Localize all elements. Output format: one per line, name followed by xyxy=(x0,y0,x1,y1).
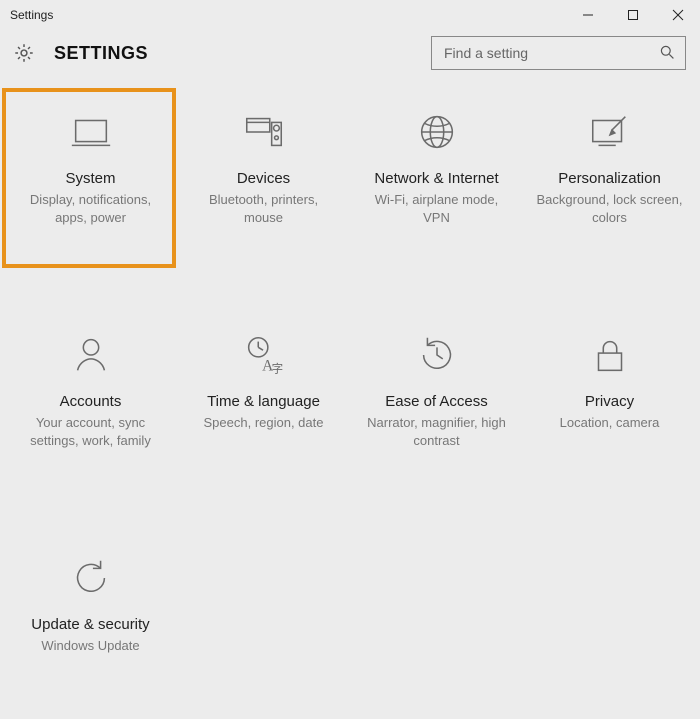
tile-ease-of-access[interactable]: Ease of Access Narrator, magnifier, high… xyxy=(350,321,523,496)
tile-accounts[interactable]: Accounts Your account, sync settings, wo… xyxy=(4,321,177,496)
tile-title: Personalization xyxy=(558,170,661,187)
time-language-icon: A 字 xyxy=(240,331,288,379)
window-titlebar: Settings xyxy=(0,0,700,30)
tile-desc: Your account, sync settings, work, famil… xyxy=(10,414,171,449)
tile-privacy[interactable]: Privacy Location, camera xyxy=(523,321,696,496)
tile-desc: Wi-Fi, airplane mode, VPN xyxy=(356,191,517,226)
tile-desc: Location, camera xyxy=(554,414,666,432)
tile-title: Privacy xyxy=(585,393,634,410)
search-icon xyxy=(659,44,677,62)
tile-desc: Narrator, magnifier, high contrast xyxy=(356,414,517,449)
settings-grid: System Display, notifications, apps, pow… xyxy=(0,84,700,719)
tile-desc: Speech, region, date xyxy=(198,414,330,432)
tile-title: Network & Internet xyxy=(374,170,498,187)
tile-network[interactable]: Network & Internet Wi-Fi, airplane mode,… xyxy=(350,98,523,273)
tile-desc: Bluetooth, printers, mouse xyxy=(183,191,344,226)
system-icon xyxy=(67,108,115,156)
window-close-button[interactable] xyxy=(655,0,700,30)
personalization-icon xyxy=(586,108,634,156)
svg-text:字: 字 xyxy=(271,361,283,375)
tile-desc: Display, notifications, apps, power xyxy=(10,191,171,226)
page-title: SETTINGS xyxy=(54,43,148,64)
tile-title: Update & security xyxy=(31,616,149,633)
tile-title: Time & language xyxy=(207,393,320,410)
tile-title: System xyxy=(65,170,115,187)
tile-title: Accounts xyxy=(60,393,122,410)
tile-desc: Background, lock screen, colors xyxy=(529,191,690,226)
ease-of-access-icon xyxy=(413,331,461,379)
tile-title: Ease of Access xyxy=(385,393,488,410)
tile-time-language[interactable]: A 字 Time & language Speech, region, date xyxy=(177,321,350,496)
window-minimize-button[interactable] xyxy=(565,0,610,30)
header: SETTINGS xyxy=(0,30,700,84)
tile-update-security[interactable]: Update & security Windows Update xyxy=(4,544,177,719)
search-box[interactable] xyxy=(431,36,686,70)
update-icon xyxy=(67,554,115,602)
lock-icon xyxy=(586,331,634,379)
tile-devices[interactable]: Devices Bluetooth, printers, mouse xyxy=(177,98,350,273)
person-icon xyxy=(67,331,115,379)
window-title: Settings xyxy=(10,8,53,22)
tile-title: Devices xyxy=(237,170,290,187)
globe-icon xyxy=(413,108,461,156)
tile-desc: Windows Update xyxy=(35,637,145,655)
tile-personalization[interactable]: Personalization Background, lock screen,… xyxy=(523,98,696,273)
window-maximize-button[interactable] xyxy=(610,0,655,30)
settings-gear-icon xyxy=(12,41,36,65)
devices-icon xyxy=(240,108,288,156)
search-input[interactable] xyxy=(442,44,659,62)
tile-system[interactable]: System Display, notifications, apps, pow… xyxy=(4,98,177,273)
